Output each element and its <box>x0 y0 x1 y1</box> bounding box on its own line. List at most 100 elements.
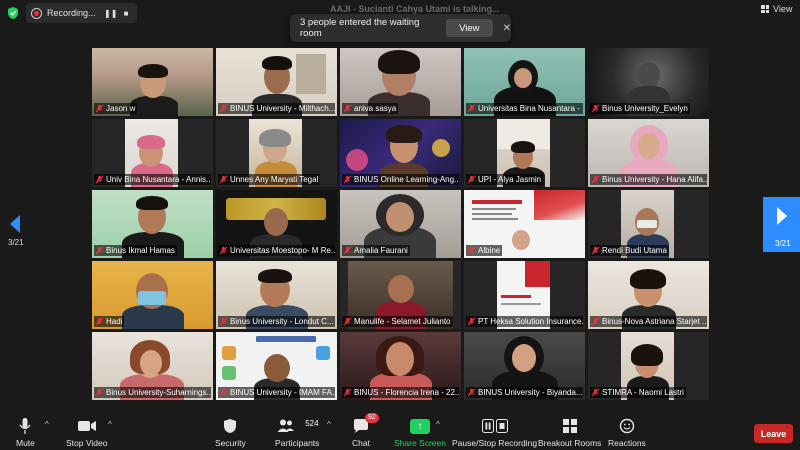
participant-name-label: Amalia Faurani <box>342 245 410 256</box>
participant-name-label: Unnes Any Maryati Tegal <box>218 174 321 185</box>
mic-muted-icon <box>467 317 476 326</box>
waiting-room-notification: 3 people entered the waiting room View ✕ <box>290 14 511 42</box>
video-tile[interactable]: BINUS - Florencia Irena - 22... <box>340 332 461 400</box>
video-tile[interactable]: Albine <box>464 190 585 258</box>
close-icon[interactable]: ✕ <box>503 23 511 34</box>
mute-button[interactable]: Mute <box>16 417 35 448</box>
participants-options-caret-icon[interactable]: ^ <box>327 420 331 429</box>
video-tile[interactable]: Binus-Nova Astriana Starjet ... <box>588 261 709 329</box>
participant-name-label: Manulife - Selamet Julianto <box>342 316 453 327</box>
chat-button[interactable]: 92 Chat <box>352 413 379 448</box>
participant-name-label: PT Heksa Solution Insurance... <box>466 316 583 327</box>
arrow-left-icon <box>10 215 20 233</box>
participant-name-label: Universitas Bina Nusantara - ... <box>466 103 583 114</box>
mic-muted-icon <box>591 104 600 113</box>
participant-name-label: BINUS University - Biyanda... <box>466 387 583 398</box>
video-tile[interactable]: aniva sasya <box>340 48 461 116</box>
video-tile[interactable]: Hadi <box>92 261 213 329</box>
video-tile[interactable]: Universitas Moestopo- M Re... <box>216 190 337 258</box>
video-tile[interactable]: Binus University-Suharnings... <box>92 332 213 400</box>
shield-icon <box>224 419 237 433</box>
mic-muted-icon <box>219 388 228 397</box>
breakout-rooms-label: Breakout Rooms <box>538 438 602 448</box>
participants-button[interactable]: 524 Participants <box>275 417 319 448</box>
stop-recording-icon[interactable]: ■ <box>120 9 132 18</box>
mic-muted-icon <box>467 175 476 184</box>
video-tile[interactable]: Universitas Bina Nusantara - ... <box>464 48 585 116</box>
participant-name-label: Hadi <box>94 316 125 327</box>
pause-stop-recording-button[interactable]: Pause/Stop Recording <box>452 417 537 448</box>
video-tile[interactable]: BINUS University - Milthach... <box>216 48 337 116</box>
mic-muted-icon <box>591 317 600 326</box>
video-tile[interactable]: Binus Ikmal Hamas <box>92 190 213 258</box>
pause-recording-icon[interactable]: ❚❚ <box>104 9 117 18</box>
video-tile[interactable]: STIMRA - Naomi Lastri <box>588 332 709 400</box>
breakout-rooms-button[interactable]: Breakout Rooms <box>538 417 601 448</box>
participant-name-label: Rendi Budi Utama <box>590 245 669 256</box>
video-tile[interactable]: BINUS University - Biyanda... <box>464 332 585 400</box>
participant-name-label: Binus University - Londut C... <box>218 316 335 327</box>
active-speaker-text: AAJI - Sucianti Cahya Utami is talking..… <box>330 4 500 14</box>
video-tile[interactable]: Jason w <box>92 48 213 116</box>
video-tile[interactable]: BINUS Online Learning-Ang... <box>340 119 461 187</box>
mic-muted-icon <box>343 175 352 184</box>
mic-muted-icon <box>467 104 476 113</box>
recording-label: Recording... <box>47 8 96 18</box>
reactions-label: Reactions <box>608 438 646 448</box>
video-tile[interactable]: Amalia Faurani <box>340 190 461 258</box>
video-camera-icon <box>77 421 96 431</box>
participant-name-label: Binus-Nova Astriana Starjet ... <box>590 316 707 327</box>
audio-options-caret-icon[interactable]: ^ <box>45 420 49 429</box>
leave-button[interactable]: Leave <box>754 424 793 443</box>
record-icon <box>31 7 42 19</box>
video-tile[interactable]: PT Heksa Solution Insurance... <box>464 261 585 329</box>
gallery-grid: Jason w BINUS University - Milthach... a… <box>92 48 709 400</box>
mic-muted-icon <box>219 104 228 113</box>
share-screen-label: Share Screen <box>394 438 446 448</box>
arrow-right-icon <box>777 207 787 225</box>
participant-name-label: aniva sasya <box>342 103 399 114</box>
mic-muted-icon <box>343 388 352 397</box>
mic-muted-icon <box>219 246 228 255</box>
video-tile[interactable]: UPI - Alya Jasmin <box>464 119 585 187</box>
participant-name-label: Universitas Moestopo- M Re... <box>218 245 335 256</box>
video-tile[interactable]: Binus University - Hana Alifa... <box>588 119 709 187</box>
video-tile[interactable]: Unnes Any Maryati Tegal <box>216 119 337 187</box>
share-screen-icon: ↑ <box>409 418 430 434</box>
mic-muted-icon <box>467 388 476 397</box>
video-tile[interactable]: Rendi Budi Utama <box>588 190 709 258</box>
video-tile[interactable]: Univ Bina Nusantara - Annis... <box>92 119 213 187</box>
participant-name-label: UPI - Alya Jasmin <box>466 174 544 185</box>
next-page-button[interactable]: 3/21 <box>763 197 800 252</box>
video-tile[interactable]: Binus University - Londut C... <box>216 261 337 329</box>
shield-check-icon[interactable] <box>6 6 20 20</box>
stop-video-button[interactable]: Stop Video <box>66 417 107 448</box>
participant-name-label: Albine <box>466 245 503 256</box>
participants-count: 524 <box>305 419 319 428</box>
mic-muted-icon <box>591 388 600 397</box>
breakout-rooms-icon <box>562 419 577 433</box>
participant-name-label: Binus University_Evelyn <box>590 103 690 114</box>
video-tile[interactable]: BINUS University - IMAM FA... <box>216 332 337 400</box>
video-tile[interactable]: Manulife - Selamet Julianto <box>340 261 461 329</box>
video-tile[interactable]: Binus University_Evelyn <box>588 48 709 116</box>
stop-video-label: Stop Video <box>66 438 108 448</box>
participants-icon <box>277 419 295 432</box>
participant-name-label: BINUS Online Learning-Ang... <box>342 174 459 185</box>
recording-indicator: Recording... ❚❚ ■ <box>26 3 137 23</box>
video-options-caret-icon[interactable]: ^ <box>108 420 112 429</box>
waiting-room-message: 3 people entered the waiting room <box>300 17 420 39</box>
chat-unread-badge: 92 <box>364 413 379 423</box>
view-button[interactable]: View <box>761 4 792 14</box>
participant-name-label: Binus University-Suharnings... <box>94 387 211 398</box>
participants-label: Participants <box>275 438 320 448</box>
participant-name-label: Jason w <box>94 103 138 114</box>
emoji-smile-icon <box>619 418 635 434</box>
share-options-caret-icon[interactable]: ^ <box>436 420 440 429</box>
mic-muted-icon <box>95 175 104 184</box>
waiting-room-view-button[interactable]: View <box>445 19 493 37</box>
participant-name-label: Univ Bina Nusantara - Annis... <box>94 174 211 185</box>
security-button[interactable]: Security <box>215 417 246 448</box>
participant-name-label: BINUS University - IMAM FA... <box>218 387 335 398</box>
reactions-button[interactable]: Reactions <box>608 417 646 448</box>
